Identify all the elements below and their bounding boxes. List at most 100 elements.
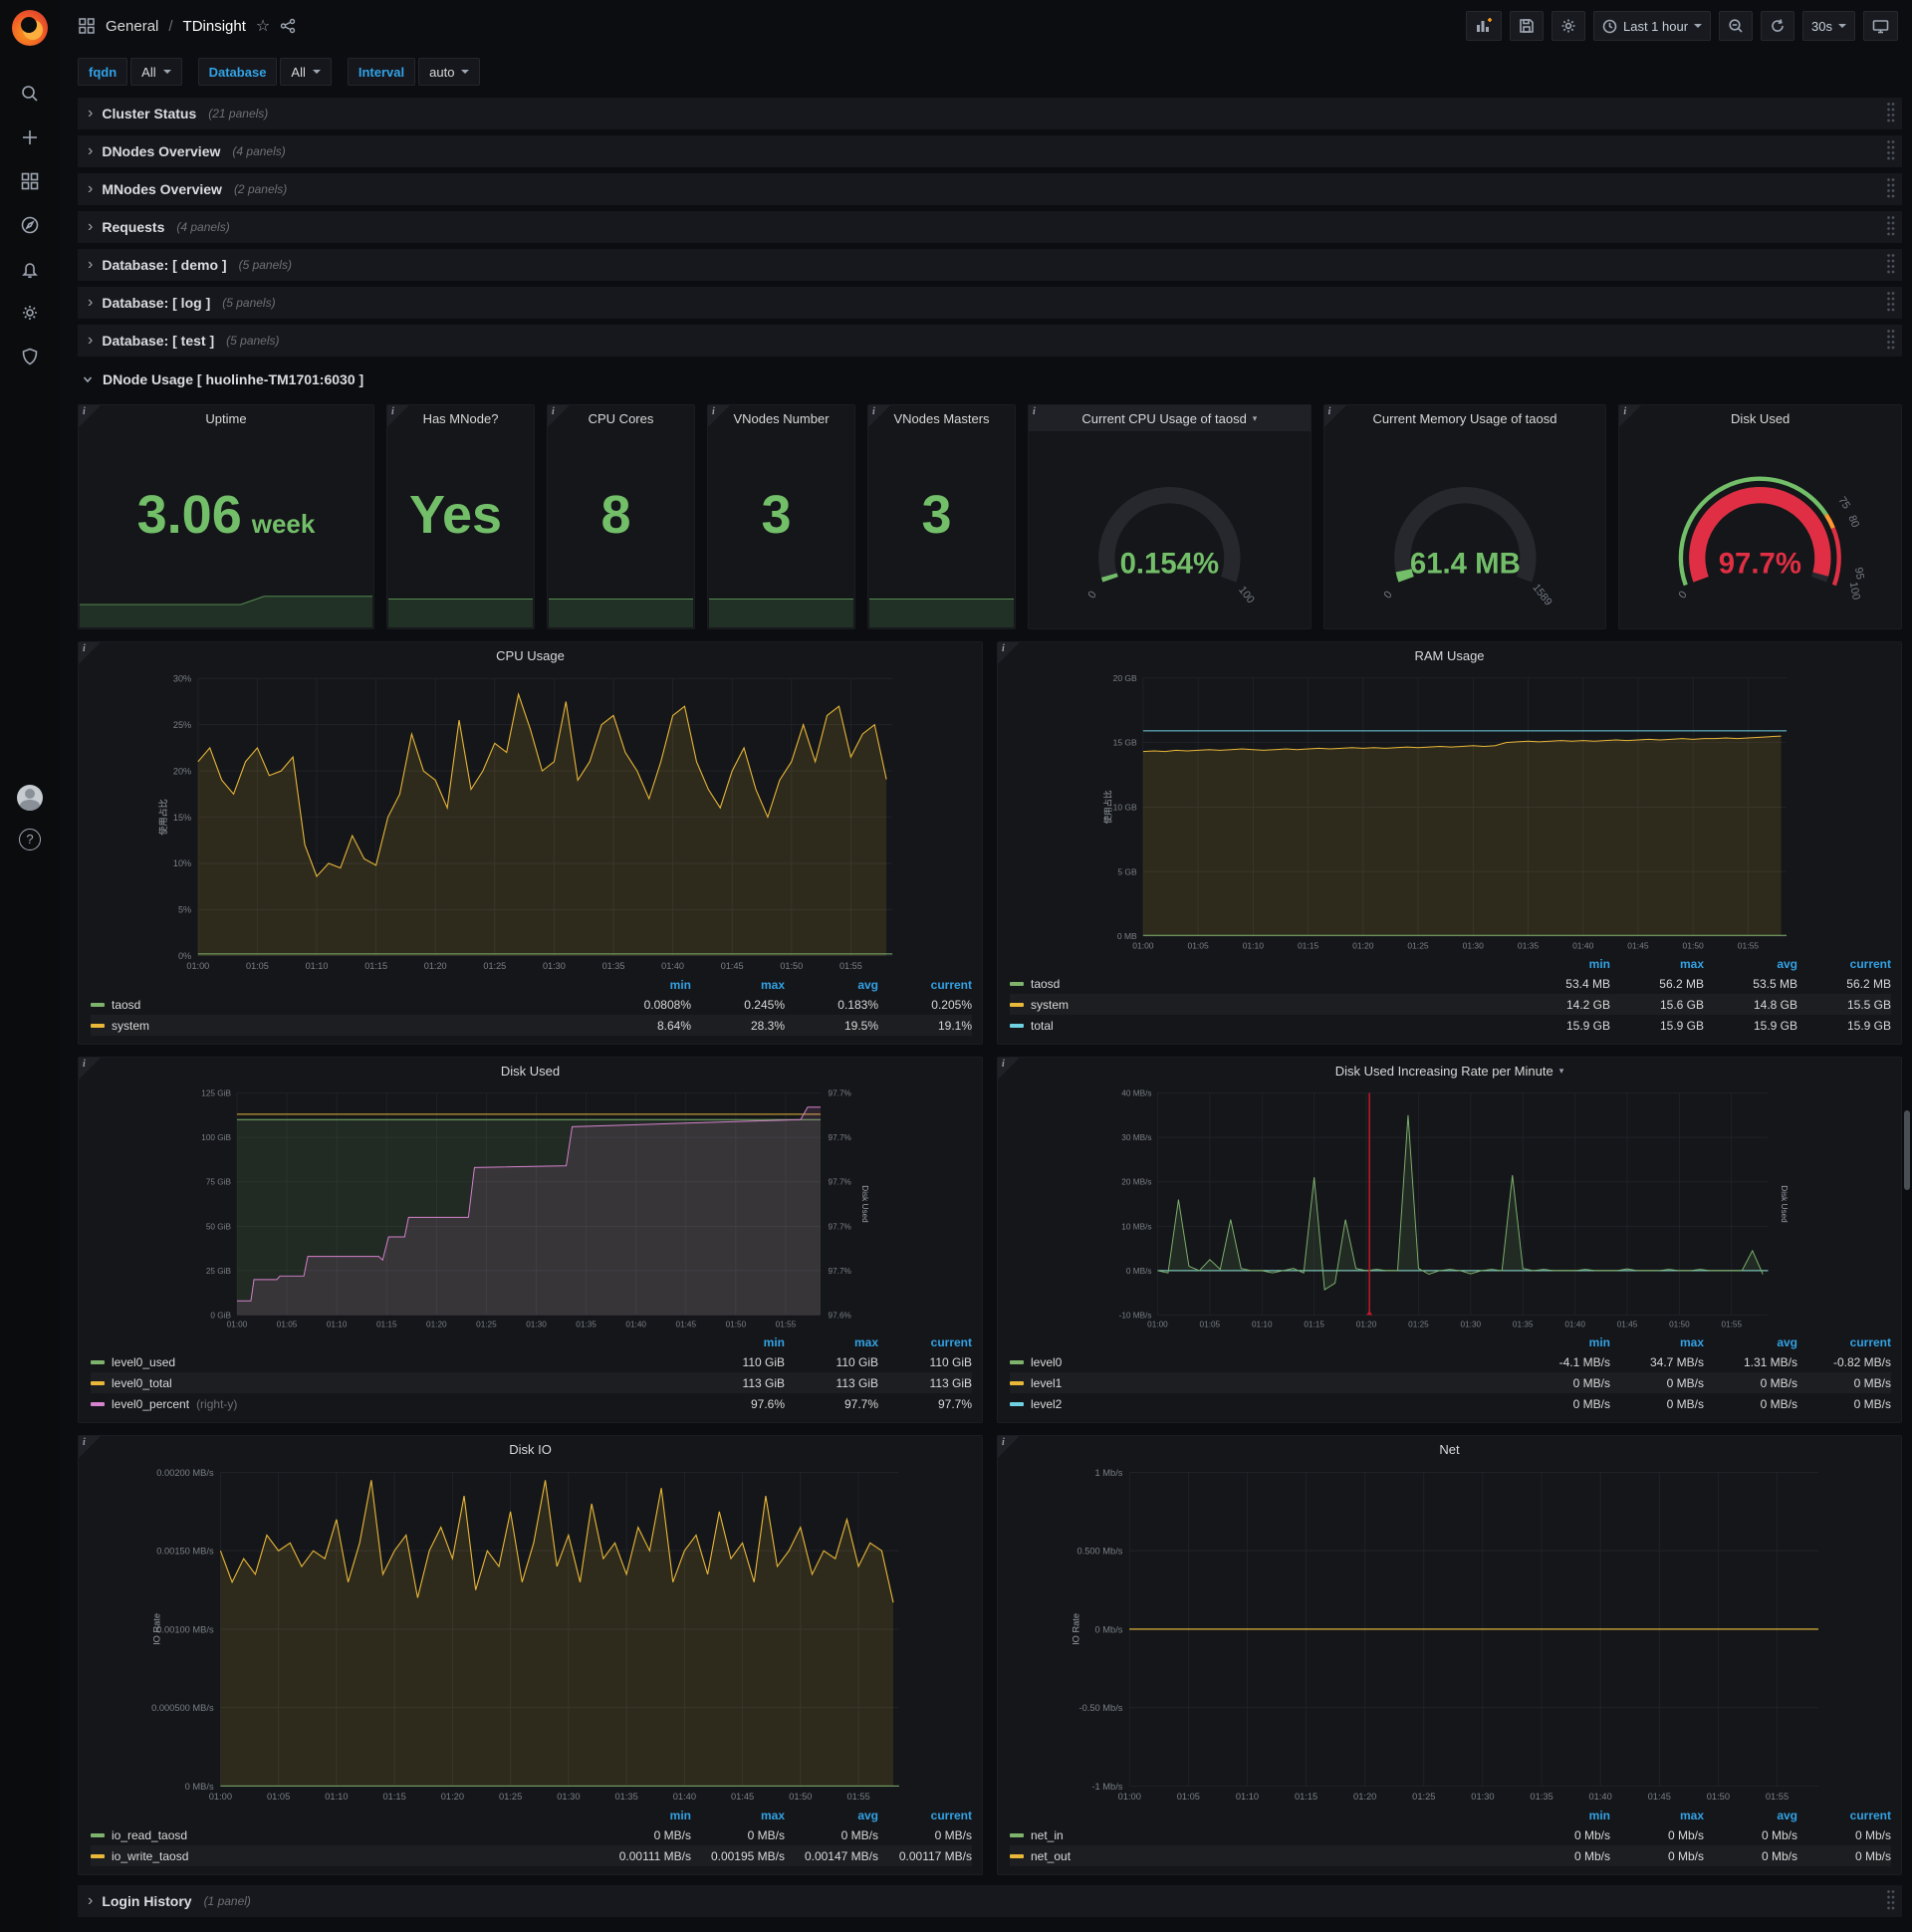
legend-color-swatch[interactable]	[91, 1359, 105, 1364]
legend-col-header[interactable]: max	[1610, 1809, 1704, 1822]
variable-label[interactable]: fqdn	[78, 58, 128, 86]
legend-col-header[interactable]: max	[691, 1809, 785, 1822]
legend-col-header[interactable]: min	[691, 1335, 785, 1349]
legend-color-swatch[interactable]	[1010, 1359, 1024, 1364]
row-database-log[interactable]: › Database: [ log ] (5 panels)	[78, 287, 1902, 319]
scrollbar-thumb[interactable]	[1904, 1110, 1910, 1190]
variable-value-dropdown[interactable]: auto	[418, 58, 481, 86]
panel-title[interactable]: Disk Used	[79, 1058, 982, 1084]
panel-title[interactable]: Disk Used	[1619, 405, 1901, 431]
panel-info-icon[interactable]	[548, 405, 570, 427]
expanded-row-dnode-usage[interactable]: DNode Usage [ huolinhe-TM1701:6030 ]	[78, 362, 1902, 396]
legend-color-swatch[interactable]	[1010, 1023, 1024, 1028]
legend-color-swatch[interactable]	[1010, 1832, 1024, 1837]
panel-title[interactable]: Disk Used Increasing Rate per Minute ▾	[998, 1058, 1901, 1084]
panel-title[interactable]: Has MNode?	[387, 405, 534, 431]
alerting-bell-icon[interactable]	[0, 247, 60, 291]
legend-series-toggle[interactable]: net_out	[1010, 1849, 1517, 1863]
save-dashboard-button[interactable]	[1509, 11, 1544, 41]
panel-title[interactable]: VNodes Masters	[868, 405, 1015, 431]
row-drag-handle[interactable]	[1887, 103, 1896, 124]
panel-info-icon[interactable]	[79, 1436, 101, 1458]
legend-color-swatch[interactable]	[1010, 1401, 1024, 1406]
legend-col-header[interactable]: max	[691, 978, 785, 992]
add-panel-button[interactable]	[1465, 11, 1502, 41]
user-avatar[interactable]	[17, 785, 43, 811]
row-drag-handle[interactable]	[1887, 292, 1896, 314]
legend-col-header[interactable]: current	[1797, 957, 1891, 971]
panel-title[interactable]: VNodes Number	[708, 405, 854, 431]
zoom-out-time-button[interactable]	[1719, 11, 1754, 41]
legend-col-header[interactable]: min	[1517, 1809, 1610, 1822]
row-drag-handle[interactable]	[1887, 330, 1896, 352]
panel-title[interactable]: Uptime	[79, 405, 373, 431]
legend-col-header[interactable]: current	[878, 1335, 972, 1349]
share-icon[interactable]	[280, 18, 296, 34]
legend-col-header[interactable]: current	[878, 1809, 972, 1822]
legend-col-header[interactable]: max	[1610, 1335, 1704, 1349]
variable-label[interactable]: Database	[197, 58, 278, 86]
legend-color-swatch[interactable]	[1010, 981, 1024, 986]
legend-color-swatch[interactable]	[1010, 1380, 1024, 1385]
panel-info-icon[interactable]	[79, 642, 101, 664]
panel-title[interactable]: CPU Usage	[79, 642, 982, 668]
legend-col-header[interactable]: current	[1797, 1809, 1891, 1822]
legend-series-toggle[interactable]: level0	[1010, 1355, 1517, 1369]
legend-col-header[interactable]: current	[878, 978, 972, 992]
help-icon[interactable]: ?	[19, 829, 41, 850]
legend-color-swatch[interactable]	[91, 1002, 105, 1007]
legend-color-swatch[interactable]	[91, 1401, 105, 1406]
panel-title[interactable]: CPU Cores	[548, 405, 694, 431]
legend-col-header[interactable]: avg	[1704, 1809, 1797, 1822]
legend-series-toggle[interactable]: level0_used	[91, 1355, 691, 1369]
row-drag-handle[interactable]	[1887, 254, 1896, 276]
panel-info-icon[interactable]	[868, 405, 890, 427]
panel-title[interactable]: RAM Usage	[998, 642, 1901, 668]
legend-color-swatch[interactable]	[1010, 1002, 1024, 1007]
server-admin-shield-icon[interactable]	[0, 335, 60, 378]
breadcrumb-section[interactable]: General	[106, 18, 158, 35]
refresh-button[interactable]	[1761, 11, 1795, 41]
row-cluster-status[interactable]: › Cluster Status (21 panels)	[78, 98, 1902, 129]
breadcrumb-page-title[interactable]: TDinsight	[183, 18, 246, 35]
legend-color-swatch[interactable]	[91, 1023, 105, 1028]
row-drag-handle[interactable]	[1887, 140, 1896, 162]
legend-color-swatch[interactable]	[1010, 1853, 1024, 1858]
row-mnodes-overview[interactable]: › MNodes Overview (2 panels)	[78, 173, 1902, 205]
panel-info-icon[interactable]	[998, 642, 1020, 664]
legend-series-toggle[interactable]: io_write_taosd	[91, 1849, 598, 1863]
row-drag-handle[interactable]	[1887, 178, 1896, 200]
legend-col-header[interactable]: min	[1517, 957, 1610, 971]
grafana-logo-icon[interactable]	[12, 10, 48, 46]
variable-value-dropdown[interactable]: All	[280, 58, 332, 86]
refresh-interval-picker[interactable]: 30s	[1802, 11, 1855, 41]
legend-col-header[interactable]: avg	[785, 1809, 878, 1822]
panel-title[interactable]: Net	[998, 1436, 1901, 1462]
panel-info-icon[interactable]	[79, 1058, 101, 1080]
panel-title[interactable]: Current CPU Usage of taosd ▾	[1029, 405, 1311, 431]
legend-col-header[interactable]: avg	[785, 978, 878, 992]
legend-col-header[interactable]: avg	[1704, 957, 1797, 971]
legend-color-swatch[interactable]	[91, 1380, 105, 1385]
legend-series-toggle[interactable]: level1	[1010, 1376, 1517, 1390]
legend-col-header[interactable]: min	[598, 978, 691, 992]
variable-label[interactable]: Interval	[347, 58, 416, 86]
legend-series-toggle[interactable]: taosd	[1010, 977, 1517, 991]
explore-compass-icon[interactable]	[0, 203, 60, 247]
legend-series-toggle[interactable]: system	[1010, 998, 1517, 1012]
panel-info-icon[interactable]	[998, 1436, 1020, 1458]
row-login-history[interactable]: › Login History (1 panel)	[78, 1885, 1902, 1917]
legend-series-toggle[interactable]: level0_percent (right-y)	[91, 1397, 691, 1411]
legend-series-toggle[interactable]: io_read_taosd	[91, 1828, 598, 1842]
legend-series-toggle[interactable]: system	[91, 1019, 598, 1033]
legend-col-header[interactable]: avg	[1704, 1335, 1797, 1349]
panel-title[interactable]: Disk IO	[79, 1436, 982, 1462]
legend-col-header[interactable]: max	[1610, 957, 1704, 971]
panel-info-icon[interactable]	[387, 405, 409, 427]
panel-info-icon[interactable]	[1323, 405, 1346, 427]
legend-series-toggle[interactable]: level0_total	[91, 1376, 691, 1390]
variable-value-dropdown[interactable]: All	[130, 58, 182, 86]
legend-series-toggle[interactable]: net_in	[1010, 1828, 1517, 1842]
dashboards-grid-icon[interactable]	[0, 159, 60, 203]
legend-series-toggle[interactable]: taosd	[91, 998, 598, 1012]
